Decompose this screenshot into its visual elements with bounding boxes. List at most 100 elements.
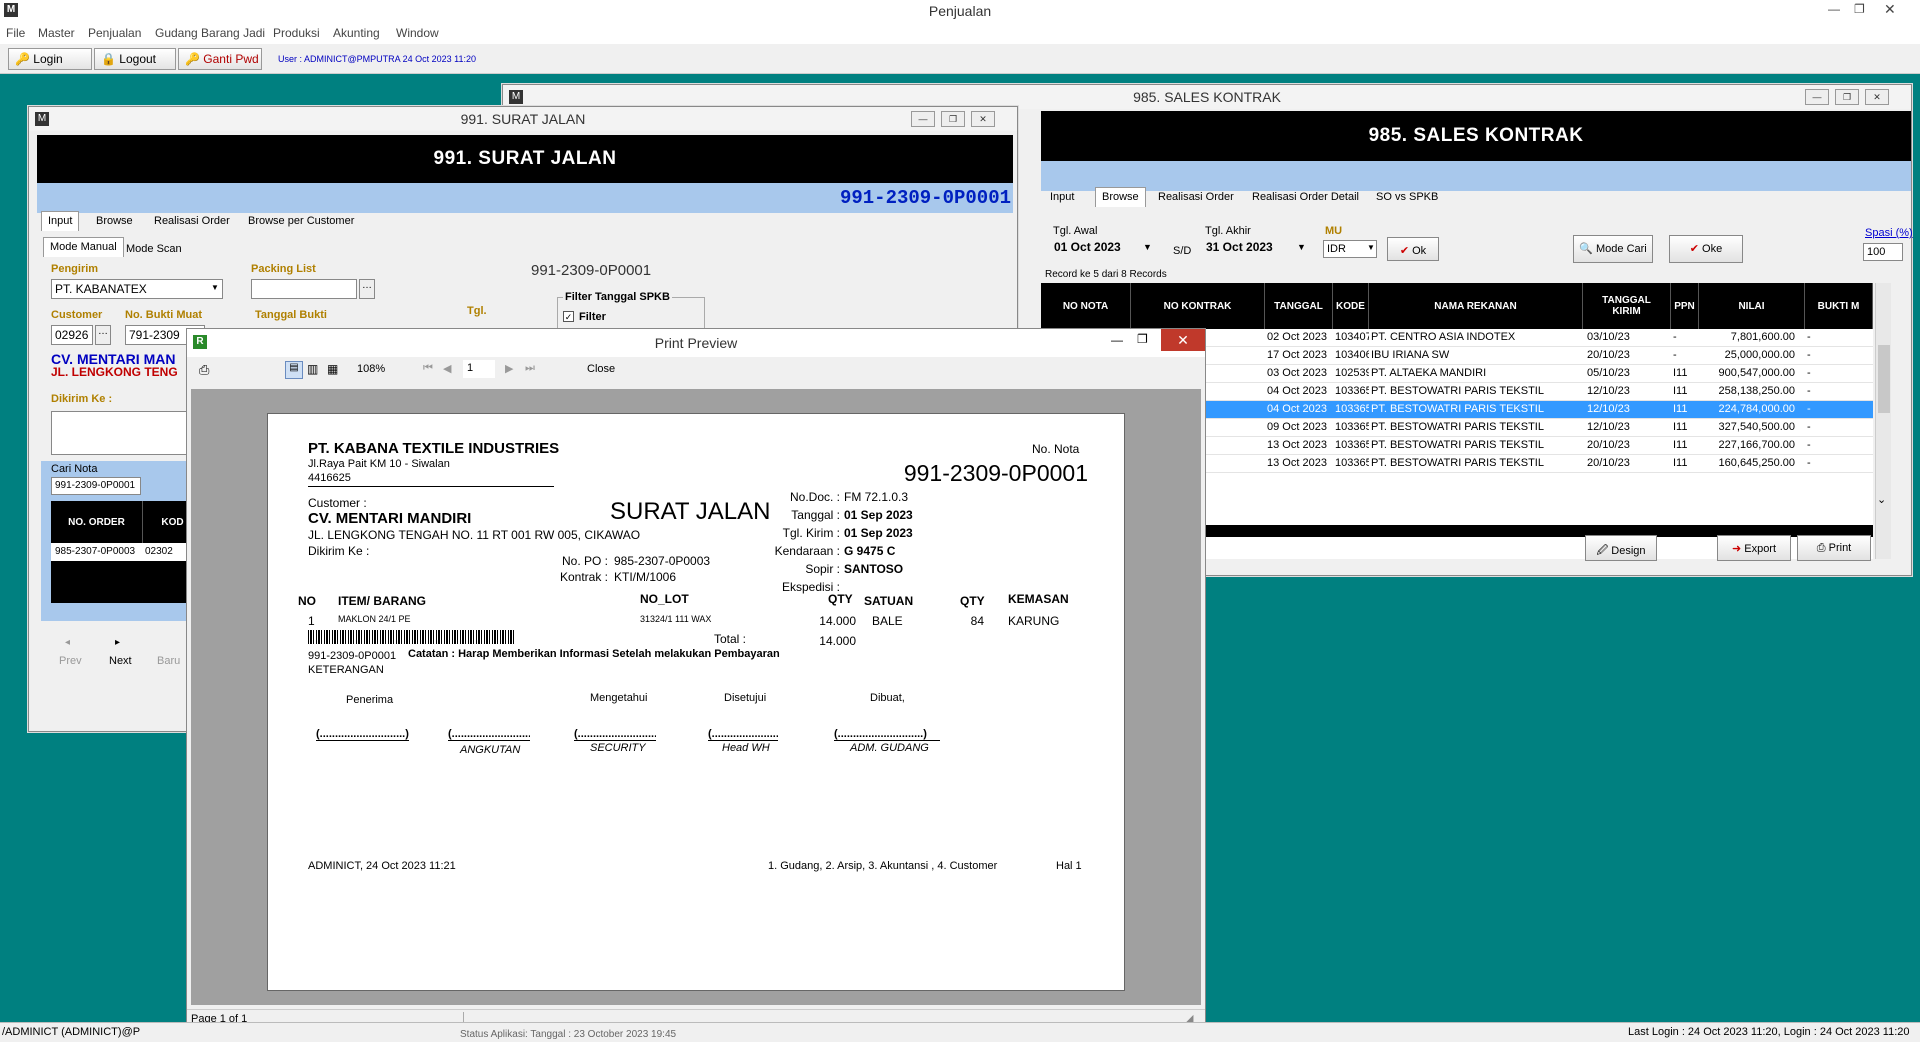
tab-mode-manual[interactable]: Mode Manual — [43, 237, 124, 257]
page-number-input[interactable]: 1 — [463, 360, 495, 378]
ellipsis-icon[interactable]: … — [359, 279, 375, 299]
login-button[interactable]: 🔑 Login — [8, 48, 92, 70]
next-icon[interactable]: ▸ — [115, 637, 120, 648]
vertical-scrollbar[interactable] — [1875, 283, 1891, 559]
print-button[interactable]: ⎙ Print — [1797, 535, 1871, 561]
zoom-value[interactable]: 108% — [357, 363, 385, 375]
restore-icon[interactable]: ❐ — [1137, 332, 1148, 346]
mode-cari-button[interactable]: 🔍 Mode Cari — [1573, 235, 1653, 263]
tab-mode-scan[interactable]: Mode Scan — [119, 239, 189, 259]
menu-penjualan[interactable]: Penjualan — [88, 26, 141, 40]
minimize-icon[interactable]: — — [911, 111, 935, 127]
col-kode[interactable]: KODE — [1333, 283, 1369, 329]
customer-label: Customer : — [308, 496, 367, 510]
tab-input[interactable]: Input — [1043, 187, 1081, 207]
cell-ppn: I11 — [1673, 385, 1688, 397]
tab-browse[interactable]: Browse — [89, 211, 140, 231]
two-page-icon[interactable]: ▥ — [307, 362, 318, 376]
col-nilai[interactable]: NILAI — [1699, 283, 1805, 329]
ok-button[interactable]: ✔ Ok — [1387, 237, 1439, 261]
pengirim-select[interactable]: PT. KABANATEX — [51, 279, 223, 299]
restore-icon[interactable]: ❐ — [941, 111, 965, 127]
tgl-awal-input[interactable]: 01 Oct 2023 — [1051, 238, 1141, 260]
col-tanggal[interactable]: TANGGAL — [1265, 283, 1333, 329]
cari-nota-input[interactable]: 991-2309-0P0001 — [51, 477, 141, 495]
baru-button[interactable]: Baru — [157, 655, 180, 667]
cell-kode: 103365 — [1335, 457, 1369, 469]
spasi-label[interactable]: Spasi (%) — [1865, 227, 1913, 239]
next-button[interactable]: Next — [109, 655, 132, 667]
minimize-icon[interactable]: — — [1828, 2, 1840, 16]
next-page-icon[interactable]: ▶ — [505, 362, 513, 375]
menu-window[interactable]: Window — [396, 26, 439, 40]
close-icon[interactable]: ✕ — [1884, 1, 1896, 18]
oke-button[interactable]: ✔ Oke — [1669, 235, 1743, 263]
chevron-down-icon[interactable]: ▼ — [211, 283, 219, 292]
filter-checkbox[interactable]: ✓ — [563, 311, 574, 322]
ganti-pwd-button[interactable]: 🔑 Ganti Pwd — [178, 48, 262, 70]
menu-akunting[interactable]: Akunting — [333, 26, 380, 40]
last-page-icon[interactable]: ⏭ — [525, 362, 535, 375]
tab-browse-per-customer[interactable]: Browse per Customer — [241, 211, 361, 231]
order-row[interactable]: 985-2307-0P0003 02302 — [51, 543, 203, 561]
customer-name: CV. MENTARI MANDIRI — [308, 510, 472, 527]
restore-icon[interactable]: ❐ — [1854, 2, 1865, 16]
customer-code[interactable]: 02926 — [51, 325, 93, 345]
restore-icon[interactable]: ❐ — [1835, 89, 1859, 105]
tab-browse[interactable]: Browse — [1095, 187, 1146, 207]
menu-gudang[interactable]: Gudang Barang Jadi — [155, 26, 265, 40]
minimize-icon[interactable]: — — [1111, 333, 1123, 347]
col-no-kontrak[interactable]: NO KONTRAK — [1131, 283, 1265, 329]
close-icon[interactable]: ✕ — [1865, 89, 1889, 105]
spasi-input[interactable]: 100 — [1863, 243, 1903, 261]
tab-so-vs-spkb[interactable]: SO vs SPKB — [1369, 187, 1445, 207]
cell-kirim: 12/10/23 — [1587, 403, 1630, 415]
first-page-icon[interactable]: ⏮ — [423, 362, 433, 375]
report-page: PT. KABANA TEXTILE INDUSTRIES Jl.Raya Pa… — [267, 413, 1125, 991]
cell-kode: 103365 — [1335, 403, 1369, 415]
minimize-icon[interactable]: — — [1805, 89, 1829, 105]
col-no-nota[interactable]: NO NOTA — [1041, 283, 1131, 329]
whole-page-icon[interactable]: ▦ — [327, 362, 338, 376]
user-info: User : ADMINICT@PMPUTRA 24 Oct 2023 11:2… — [278, 54, 477, 64]
col-ppn[interactable]: PPN — [1671, 283, 1699, 329]
tab-realisasi-order[interactable]: Realisasi Order — [147, 211, 237, 231]
close-preview-button[interactable]: Close — [587, 363, 615, 375]
cell-tanggal: 13 Oct 2023 — [1267, 457, 1327, 469]
chevron-down-icon[interactable]: ▼ — [1297, 242, 1306, 252]
tgl-akhir-input[interactable]: 31 Oct 2023 — [1203, 238, 1293, 260]
sig-mengetahui: Mengetahui — [590, 692, 648, 704]
chevron-down-icon[interactable]: ▼ — [1367, 243, 1375, 252]
ellipsis-icon[interactable]: … — [95, 325, 111, 345]
chevron-down-icon[interactable]: ▼ — [1143, 242, 1152, 252]
prev-page-icon[interactable]: ◀ — [443, 362, 451, 375]
cell-ppn: I11 — [1673, 457, 1688, 469]
keterangan: KETERANGAN — [308, 664, 384, 676]
scroll-thumb[interactable] — [1878, 345, 1890, 413]
prev-icon[interactable]: ◂ — [65, 637, 70, 648]
menu-produksi[interactable]: Produksi — [273, 26, 320, 40]
cell-nilai: 258,138,250.00 — [1718, 385, 1795, 397]
tab-realisasi-order-detail[interactable]: Realisasi Order Detail — [1245, 187, 1366, 207]
company-name: PT. KABANA TEXTILE INDUSTRIES — [308, 440, 560, 457]
printer-icon[interactable]: ⎙ — [199, 362, 209, 378]
cell-tanggal: 03 Oct 2023 — [1267, 367, 1327, 379]
chevron-down-icon[interactable]: ⌄ — [1877, 493, 1886, 506]
menu-file[interactable]: File — [6, 26, 25, 40]
col-nama-rekanan[interactable]: NAMA REKANAN — [1369, 283, 1583, 329]
menu-master[interactable]: Master — [38, 26, 75, 40]
col-no-order[interactable]: NO. ORDER — [51, 501, 143, 543]
col-bukti[interactable]: BUKTI M — [1805, 283, 1873, 329]
page-view-icon[interactable]: ▤ — [285, 361, 303, 379]
close-button[interactable]: ✕ — [1161, 329, 1205, 351]
export-button[interactable]: ➜ Export — [1717, 535, 1791, 561]
close-icon[interactable]: ✕ — [971, 111, 995, 127]
col-tanggal-kirim[interactable]: TANGGAL KIRIM — [1583, 283, 1671, 329]
design-button[interactable]: 🖉 Design — [1585, 535, 1657, 561]
tab-realisasi-order[interactable]: Realisasi Order — [1151, 187, 1241, 207]
tab-input[interactable]: Input — [41, 211, 80, 231]
logout-button[interactable]: 🔒 Logout — [94, 48, 176, 70]
packing-list-input[interactable] — [251, 279, 357, 299]
prev-button[interactable]: Prev — [59, 655, 82, 667]
cell-nama: PT. BESTOWATRI PARIS TEKSTIL — [1371, 457, 1544, 469]
